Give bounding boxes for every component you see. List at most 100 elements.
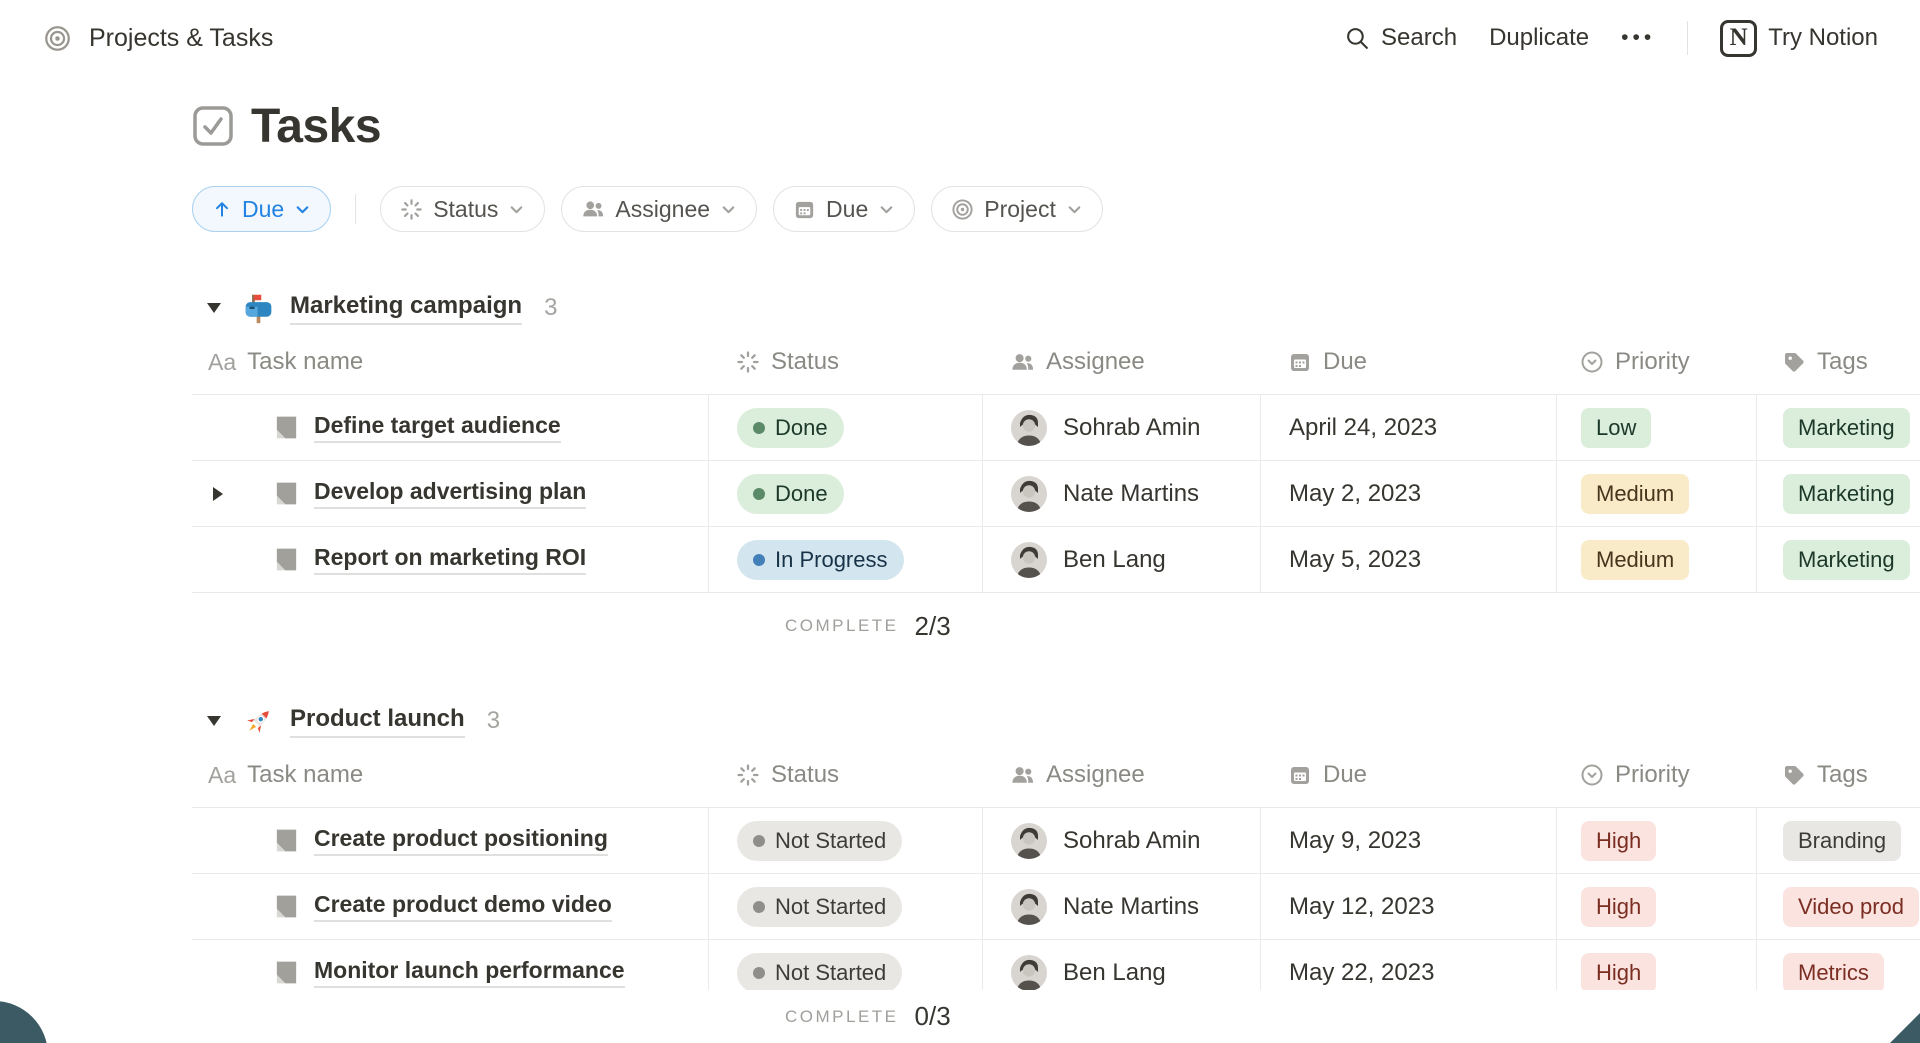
tag-pill[interactable]: Video prod	[1783, 887, 1919, 927]
cell-priority[interactable]: Medium	[1556, 461, 1756, 526]
due-date: May 12, 2023	[1289, 893, 1434, 921]
cell-task[interactable]: Develop advertising plan	[192, 461, 708, 526]
column-header-due[interactable]: Due	[1260, 330, 1556, 394]
task-name-link[interactable]: Create product demo video	[314, 891, 612, 922]
cell-status[interactable]: In Progress	[708, 527, 982, 592]
task-name-link[interactable]: Report on marketing ROI	[314, 544, 586, 575]
chevron-down-icon	[1066, 201, 1083, 218]
expand-toggle-icon[interactable]	[212, 486, 224, 502]
cell-status[interactable]: Not Started	[708, 808, 982, 873]
group-product-launch: Product launch 3 Aa Task name Status	[192, 699, 1920, 1006]
search-label: Search	[1381, 24, 1457, 52]
calendar-icon	[793, 198, 816, 221]
filter-due-button[interactable]: Due	[773, 186, 915, 232]
cell-tags[interactable]: Marketing	[1756, 461, 1920, 526]
status-label: Done	[775, 415, 828, 441]
cell-status[interactable]: Done	[708, 395, 982, 460]
more-options-button[interactable]: •••	[1621, 26, 1655, 50]
cell-status[interactable]: Done	[708, 461, 982, 526]
page-icon	[272, 479, 301, 508]
priority-tag[interactable]: High	[1581, 953, 1656, 993]
page-content: Tasks Due Status	[0, 98, 1920, 1006]
duplicate-button[interactable]: Duplicate	[1489, 24, 1589, 52]
status-pill[interactable]: Not Started	[737, 887, 902, 927]
status-pill[interactable]: Not Started	[737, 953, 902, 993]
column-header-priority[interactable]: Priority	[1556, 743, 1756, 807]
column-header-due[interactable]: Due	[1260, 743, 1556, 807]
sort-due-button[interactable]: Due	[192, 186, 331, 232]
column-header-priority[interactable]: Priority	[1556, 330, 1756, 394]
cell-tags[interactable]: Marketing	[1756, 395, 1920, 460]
cell-assignee[interactable]: Sohrab Amin	[982, 808, 1260, 873]
cell-task[interactable]: Report on marketing ROI	[192, 527, 708, 592]
cell-tags[interactable]: Video prod	[1756, 874, 1920, 939]
cell-status[interactable]: Not Started	[708, 874, 982, 939]
task-name-link[interactable]: Monitor launch performance	[314, 957, 625, 988]
duplicate-label: Duplicate	[1489, 24, 1589, 52]
cell-priority[interactable]: Low	[1556, 395, 1756, 460]
cell-assignee[interactable]: Nate Martins	[982, 874, 1260, 939]
breadcrumb[interactable]: Projects & Tasks	[89, 24, 273, 53]
cell-due[interactable]: May 5, 2023	[1260, 527, 1556, 592]
checkbox-page-icon[interactable]	[192, 105, 234, 147]
try-notion-button[interactable]: N Try Notion	[1720, 20, 1878, 57]
column-header-assignee[interactable]: Assignee	[982, 743, 1260, 807]
cell-due[interactable]: April 24, 2023	[1260, 395, 1556, 460]
table-row: Report on marketing ROI In Progress Ben …	[192, 526, 1920, 592]
cell-tags[interactable]: Branding	[1756, 808, 1920, 873]
group-complete-row: COMPLETE 2/3	[192, 593, 1920, 659]
due-date: May 5, 2023	[1289, 546, 1421, 574]
cell-tags[interactable]: Marketing	[1756, 527, 1920, 592]
status-pill[interactable]: Done	[737, 474, 844, 514]
cell-task[interactable]: Create product positioning	[192, 808, 708, 873]
status-spinner-icon	[400, 198, 423, 221]
priority-tag[interactable]: Medium	[1581, 474, 1689, 514]
cell-assignee[interactable]: Sohrab Amin	[982, 395, 1260, 460]
priority-tag[interactable]: High	[1581, 821, 1656, 861]
column-header-status[interactable]: Status	[708, 743, 982, 807]
filter-assignee-button[interactable]: Assignee	[561, 186, 757, 232]
column-header-tags[interactable]: Tags	[1756, 743, 1920, 807]
cell-task[interactable]: Create product demo video	[192, 874, 708, 939]
tag-pill[interactable]: Metrics	[1783, 953, 1884, 993]
task-name-link[interactable]: Define target audience	[314, 412, 561, 443]
select-circle-icon	[1580, 350, 1604, 374]
column-header-task-name[interactable]: Aa Task name	[192, 330, 708, 394]
collapse-toggle-icon[interactable]	[206, 302, 222, 314]
group-name-link[interactable]: Product launch	[290, 705, 465, 738]
filter-status-button[interactable]: Status	[380, 186, 545, 232]
table-rows: Define target audience Done Sohrab Amin …	[192, 394, 1920, 593]
topbar: Projects & Tasks Search Duplicate ••• N …	[0, 0, 1920, 76]
tag-pill[interactable]: Branding	[1783, 821, 1901, 861]
cell-assignee[interactable]: Ben Lang	[982, 527, 1260, 592]
cell-due[interactable]: May 12, 2023	[1260, 874, 1556, 939]
collapse-toggle-icon[interactable]	[206, 715, 222, 727]
status-pill[interactable]: In Progress	[737, 540, 904, 580]
cell-due[interactable]: May 9, 2023	[1260, 808, 1556, 873]
column-header-status[interactable]: Status	[708, 330, 982, 394]
tag-pill[interactable]: Marketing	[1783, 540, 1910, 580]
cell-priority[interactable]: High	[1556, 808, 1756, 873]
task-name-link[interactable]: Develop advertising plan	[314, 478, 586, 509]
column-header-task-name[interactable]: Aa Task name	[192, 743, 708, 807]
task-name-link[interactable]: Create product positioning	[314, 825, 608, 856]
cell-task[interactable]: Define target audience	[192, 395, 708, 460]
priority-tag[interactable]: Medium	[1581, 540, 1689, 580]
page-title[interactable]: Tasks	[251, 99, 381, 154]
cell-priority[interactable]: High	[1556, 874, 1756, 939]
priority-tag[interactable]: High	[1581, 887, 1656, 927]
tag-pill[interactable]: Marketing	[1783, 408, 1910, 448]
status-pill[interactable]: Not Started	[737, 821, 902, 861]
tag-pill[interactable]: Marketing	[1783, 474, 1910, 514]
people-icon	[1010, 350, 1035, 374]
cell-assignee[interactable]: Nate Martins	[982, 461, 1260, 526]
group-name-link[interactable]: Marketing campaign	[290, 292, 522, 325]
filter-project-button[interactable]: Project	[931, 186, 1103, 232]
column-header-tags[interactable]: Tags	[1756, 330, 1920, 394]
cell-due[interactable]: May 2, 2023	[1260, 461, 1556, 526]
cell-priority[interactable]: Medium	[1556, 527, 1756, 592]
search-button[interactable]: Search	[1345, 24, 1457, 52]
status-pill[interactable]: Done	[737, 408, 844, 448]
priority-tag[interactable]: Low	[1581, 408, 1651, 448]
column-header-assignee[interactable]: Assignee	[982, 330, 1260, 394]
